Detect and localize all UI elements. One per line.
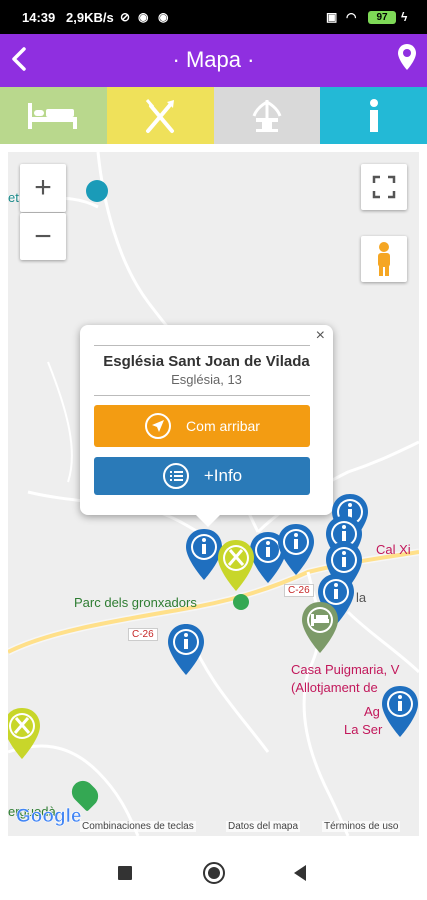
zoom-in-label: + [34, 171, 52, 204]
sim-icon: ▣ [326, 10, 338, 24]
more-info-button[interactable]: +Info [94, 457, 310, 495]
place-popup: × Església Sant Joan de Vilada Església,… [80, 325, 333, 527]
sync-icon: ◉ [138, 10, 149, 24]
page-title: · Mapa · [172, 47, 255, 72]
charging-icon: ϟ [401, 10, 408, 24]
hotel-marker-icon[interactable] [300, 600, 340, 655]
close-icon[interactable]: × [316, 327, 325, 345]
tab-leisure[interactable] [213, 87, 321, 144]
status-speed: 2,9KB/s [66, 10, 114, 25]
map-label-park: Parc dels gronxadors [74, 595, 197, 610]
popup-divider-bottom [94, 395, 310, 396]
home-icon[interactable] [202, 861, 226, 885]
pegman-icon [378, 242, 390, 276]
info-marker-icon[interactable] [166, 622, 206, 677]
list-icon [162, 463, 189, 489]
map-pin-icon[interactable] [397, 43, 417, 71]
restaurant-marker-icon[interactable] [8, 706, 42, 761]
street-view-button[interactable] [361, 236, 407, 282]
info-icon [369, 98, 378, 132]
navigation-icon [145, 413, 172, 439]
zoom-in-button[interactable]: + [20, 164, 66, 212]
terms-link[interactable]: Términos de uso [322, 821, 401, 832]
road-label-c26-b: C-26 [284, 584, 314, 597]
info-marker-icon[interactable] [276, 522, 316, 577]
popup-divider-top [94, 345, 310, 346]
bed-icon [28, 102, 78, 129]
map-label-casa-2: (Allotjament de [291, 680, 378, 695]
tab-information[interactable] [320, 87, 427, 144]
fountain-icon [252, 99, 282, 132]
map-label-top-left: et [8, 190, 19, 205]
mute-icon: ⊘ [120, 10, 131, 24]
system-nav-bar [0, 843, 427, 900]
map-label-ag: Ag [364, 704, 380, 719]
google-logo: Google [16, 806, 82, 828]
tab-accommodation[interactable] [0, 87, 107, 144]
status-bar: 14:39 2,9KB/s ⊘ ◉ ◉ ▣ ◠ 97 ϟ [0, 0, 427, 34]
tab-restaurants[interactable] [106, 87, 214, 144]
directions-label: Com arribar [186, 418, 260, 434]
map-label-serie: La Ser [344, 722, 383, 737]
fullscreen-icon [372, 175, 396, 199]
svg-text:Google: Google [16, 806, 81, 827]
fullscreen-button[interactable] [361, 164, 407, 210]
park-poi-icon[interactable] [233, 594, 249, 610]
road-label-c26-a: C-26 [128, 628, 158, 641]
sync-icon-2: ◉ [158, 10, 169, 24]
back-nav-icon[interactable] [292, 864, 308, 882]
popup-address: Església, 13 [171, 372, 242, 387]
map-label-cal: Cal Xi [376, 542, 411, 557]
zoom-out-label: − [34, 219, 52, 253]
category-bar [0, 87, 427, 144]
app-header: · Mapa · [0, 34, 427, 87]
map-data-link[interactable]: Datos del mapa [226, 821, 301, 832]
cutlery-icon [145, 98, 175, 133]
keyboard-shortcuts-link[interactable]: Combinaciones de teclas [80, 821, 196, 832]
map-view[interactable]: et + − × Església Sant Joan de Vilada Es… [8, 152, 419, 836]
popup-title: Església Sant Joan de Vilada [103, 353, 310, 370]
battery-icon: 97 [368, 11, 396, 24]
info-marker-icon[interactable] [380, 684, 419, 739]
zoom-out-button[interactable]: − [20, 213, 66, 260]
camera-poi-icon[interactable] [86, 180, 108, 202]
more-info-label: +Info [203, 466, 243, 485]
map-label-casa-1: Casa Puigmaria, V [291, 662, 400, 677]
recent-apps-icon[interactable] [117, 865, 133, 881]
restaurant-marker-icon[interactable] [216, 538, 256, 593]
directions-button[interactable]: Com arribar [94, 405, 310, 447]
wifi-icon: ◠ [346, 10, 357, 24]
status-time: 14:39 [22, 10, 56, 25]
